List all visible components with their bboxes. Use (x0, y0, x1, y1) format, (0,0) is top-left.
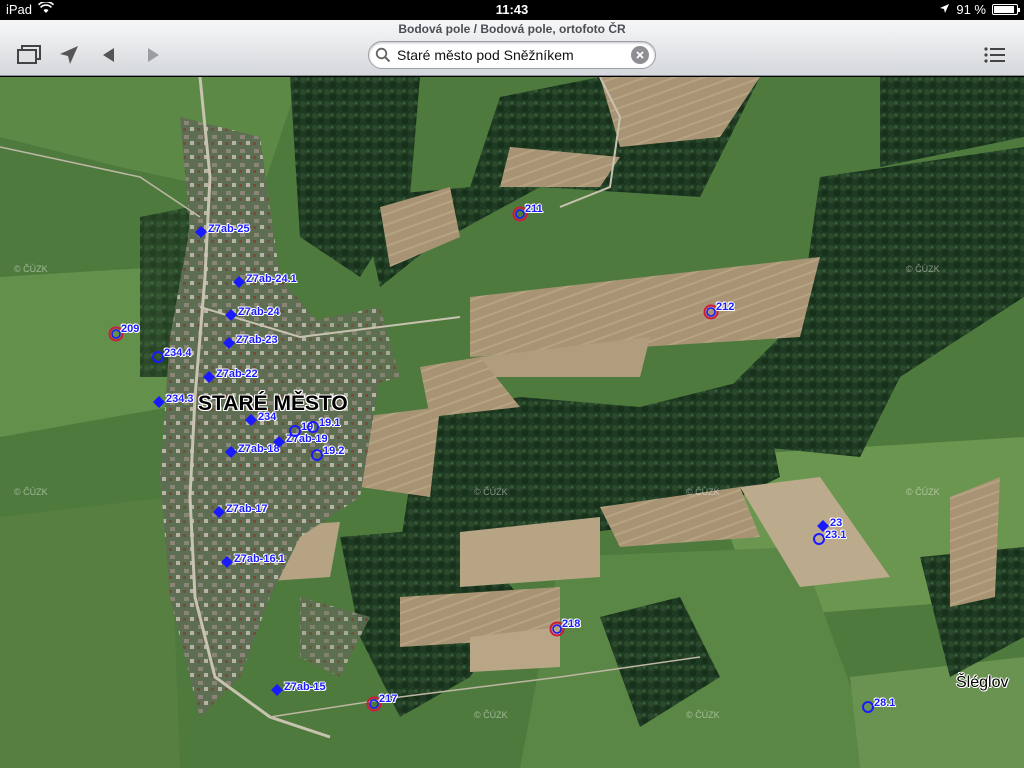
layers-icon (17, 45, 41, 64)
forward-arrow-icon (148, 48, 159, 62)
list-icon (984, 47, 1005, 63)
forward-button[interactable] (138, 42, 168, 68)
clear-search-button[interactable] (631, 46, 649, 64)
survey-point-label: 234.3 (166, 393, 194, 405)
survey-point-label: Z7ab-24.1 (246, 273, 297, 285)
copyright-watermark: © ČÚZK (14, 487, 48, 497)
location-arrow-icon (60, 46, 78, 64)
survey-point-label: Z7ab-24 (238, 306, 280, 318)
survey-point-label: 211 (525, 203, 543, 215)
survey-point-label: 217 (379, 693, 398, 705)
battery-fill (994, 6, 1014, 13)
back-arrow-icon (103, 48, 114, 62)
survey-point-label: 19.1 (319, 417, 341, 429)
location-arrow-icon (939, 2, 950, 17)
survey-point-label: 212 (716, 301, 735, 313)
back-button[interactable] (94, 42, 124, 68)
toolbar: Bodová pole / Bodová pole, ortofoto ČR (0, 20, 1024, 76)
copyright-watermark: © ČÚZK (906, 264, 940, 274)
list-button[interactable] (980, 42, 1010, 68)
survey-point-label: 218 (562, 618, 581, 630)
survey-point-label: 23.1 (825, 529, 847, 541)
close-icon (636, 51, 644, 59)
survey-point-label: Z7ab-16.1 (234, 553, 285, 565)
survey-point-label: Z7ab-25 (208, 223, 250, 235)
survey-point-label: Z7ab-23 (236, 334, 278, 346)
battery-percent: 91 % (956, 2, 986, 17)
survey-point-label: 209 (121, 323, 140, 335)
survey-point-label: Z7ab-15 (284, 681, 326, 693)
map-view[interactable]: © ČÚZK © ČÚZK © ČÚZK © ČÚZK © ČÚZK © ČÚZ… (0, 77, 1024, 768)
status-time: 11:43 (495, 2, 529, 17)
search-icon (375, 47, 391, 63)
status-right: 91 % (939, 2, 1020, 17)
survey-point-label: 234.4 (164, 347, 192, 359)
survey-point-label: 28.1 (874, 697, 896, 709)
village-label: Šléglov (956, 674, 1009, 691)
copyright-watermark: © ČÚZK (906, 487, 940, 497)
survey-point-label: Z7ab-22 (216, 368, 258, 380)
copyright-watermark: © ČÚZK (474, 710, 508, 720)
search-field[interactable] (368, 41, 656, 69)
survey-point-label: 23 (830, 517, 843, 529)
aerial-photo (0, 77, 1024, 768)
survey-point-label: Z7ab-17 (226, 503, 268, 515)
copyright-watermark: © ČÚZK (14, 264, 48, 274)
locate-button[interactable] (54, 42, 84, 68)
status-bar: iPad 11:43 91 % (0, 0, 1024, 20)
search-input[interactable] (397, 47, 631, 63)
survey-point-label: 234 (258, 411, 277, 423)
copyright-watermark: © ČÚZK (686, 487, 720, 497)
battery-icon (992, 4, 1020, 15)
copyright-watermark: © ČÚZK (686, 710, 720, 720)
layers-button[interactable] (14, 42, 44, 68)
survey-point-label: 19.2 (323, 445, 345, 457)
map-title: Bodová pole / Bodová pole, ortofoto ČR (398, 22, 626, 36)
copyright-watermark: © ČÚZK (474, 487, 508, 497)
